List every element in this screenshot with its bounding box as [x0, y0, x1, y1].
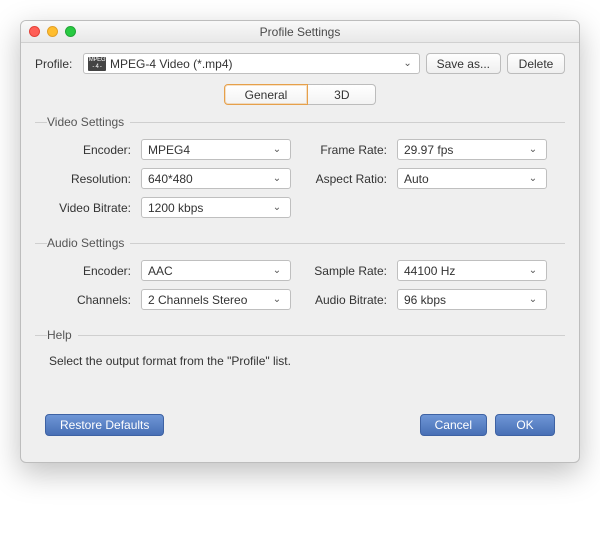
audio-encoder-select[interactable]: AAC ⌄: [141, 260, 291, 281]
video-encoder-label: Encoder:: [43, 143, 133, 157]
chevron-down-icon: ⌄: [526, 265, 540, 276]
channels-label: Channels:: [43, 293, 133, 307]
chevron-down-icon: ⌄: [270, 294, 284, 305]
profile-select[interactable]: MPEG - 4 - MPEG-4 Video (*.mp4) ⌄: [83, 53, 420, 74]
audio-encoder-label: Encoder:: [43, 264, 133, 278]
audio-legend: Audio Settings: [47, 236, 130, 250]
chevron-down-icon: ⌄: [270, 173, 284, 184]
restore-defaults-button[interactable]: Restore Defaults: [45, 414, 164, 436]
video-bitrate-select[interactable]: 1200 kbps ⌄: [141, 197, 291, 218]
window: Profile Settings Profile: MPEG - 4 - MPE…: [20, 20, 580, 463]
window-title: Profile Settings: [21, 25, 579, 39]
tab-3d[interactable]: 3D: [308, 84, 376, 105]
resolution-select[interactable]: 640*480 ⌄: [141, 168, 291, 189]
content: Profile: MPEG - 4 - MPEG-4 Video (*.mp4)…: [21, 43, 579, 462]
chevron-down-icon: ⌄: [526, 144, 540, 155]
audio-settings-group: Audio Settings Encoder: AAC ⌄ Sample Rat…: [35, 236, 565, 320]
resolution-label: Resolution:: [43, 172, 133, 186]
tab-general[interactable]: General: [224, 84, 309, 105]
mpeg4-icon: MPEG - 4 -: [88, 57, 106, 71]
audio-bitrate-select[interactable]: 96 kbps ⌄: [397, 289, 547, 310]
titlebar: Profile Settings: [21, 21, 579, 43]
chevron-down-icon: ⌄: [270, 265, 284, 276]
ok-button[interactable]: OK: [495, 414, 555, 436]
zoom-icon[interactable]: [65, 26, 76, 37]
close-icon[interactable]: [29, 26, 40, 37]
chevron-down-icon: ⌄: [401, 58, 415, 69]
chevron-down-icon: ⌄: [526, 294, 540, 305]
video-legend: Video Settings: [47, 115, 130, 129]
profile-value: MPEG-4 Video (*.mp4): [110, 57, 397, 71]
aspect-ratio-label: Aspect Ratio:: [299, 172, 389, 186]
save-as-button[interactable]: Save as...: [426, 53, 501, 74]
video-encoder-select[interactable]: MPEG4 ⌄: [141, 139, 291, 160]
help-legend: Help: [47, 328, 78, 342]
frame-rate-select[interactable]: 29.97 fps ⌄: [397, 139, 547, 160]
audio-bitrate-label: Audio Bitrate:: [299, 293, 389, 307]
help-group: Help Select the output format from the "…: [35, 328, 565, 402]
frame-rate-label: Frame Rate:: [299, 143, 389, 157]
channels-select[interactable]: 2 Channels Stereo ⌄: [141, 289, 291, 310]
profile-label: Profile:: [35, 57, 77, 71]
tab-bar: General 3D: [224, 84, 377, 105]
video-settings-group: Video Settings Encoder: MPEG4 ⌄ Frame Ra…: [35, 115, 565, 228]
sample-rate-label: Sample Rate:: [299, 264, 389, 278]
sample-rate-select[interactable]: 44100 Hz ⌄: [397, 260, 547, 281]
profile-row: Profile: MPEG - 4 - MPEG-4 Video (*.mp4)…: [35, 53, 565, 74]
video-bitrate-label: Video Bitrate:: [43, 201, 133, 215]
cancel-button[interactable]: Cancel: [420, 414, 487, 436]
traffic-lights: [29, 26, 76, 37]
help-text: Select the output format from the "Profi…: [35, 350, 565, 398]
minimize-icon[interactable]: [47, 26, 58, 37]
chevron-down-icon: ⌄: [526, 173, 540, 184]
chevron-down-icon: ⌄: [270, 202, 284, 213]
aspect-ratio-select[interactable]: Auto ⌄: [397, 168, 547, 189]
delete-button[interactable]: Delete: [507, 53, 565, 74]
chevron-down-icon: ⌄: [270, 144, 284, 155]
footer: Restore Defaults Cancel OK: [35, 406, 565, 448]
